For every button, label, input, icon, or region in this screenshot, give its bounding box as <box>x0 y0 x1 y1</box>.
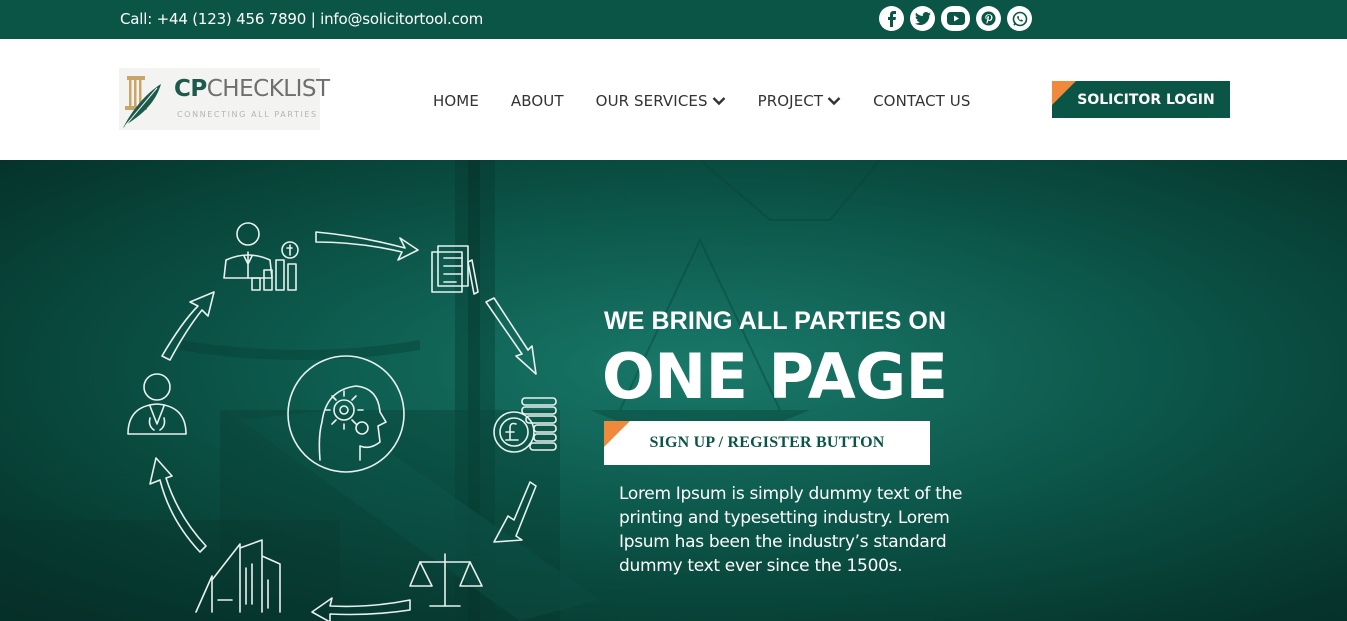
nav-our-services[interactable]: OUR SERVICES <box>596 92 726 110</box>
facebook-icon[interactable] <box>879 6 904 31</box>
hero-title: ONE PAGE <box>602 340 948 413</box>
workflow-cycle-illustration <box>127 222 557 621</box>
youtube-icon[interactable] <box>941 6 970 31</box>
pinterest-icon[interactable] <box>976 6 1001 31</box>
scales-of-justice-icon <box>409 553 483 607</box>
hero-subtitle: WE BRING ALL PARTIES ON <box>604 307 947 335</box>
buildings-icon <box>195 539 281 613</box>
documents-icon <box>431 245 479 295</box>
signup-register-label: SIGN UP / REGISTER BUTTON <box>649 434 885 451</box>
top-bar: Call: +44 (123) 456 7890 | info@solicito… <box>0 0 1347 39</box>
logo-text: CPCHECKLIST <box>174 76 330 102</box>
whatsapp-icon[interactable] <box>1007 6 1032 31</box>
logo-brand-rest: CHECKLIST <box>206 76 330 102</box>
hero-description: Lorem Ipsum is simply dummy text of the … <box>619 484 963 576</box>
chevron-down-icon <box>827 97 841 106</box>
pound-coins-icon <box>493 397 557 453</box>
logo-brand-bold: CP <box>174 76 207 102</box>
nav-contact-us[interactable]: CONTACT US <box>873 92 970 110</box>
lawyer-person-icon <box>127 373 187 435</box>
solicitor-login-label: SOLICITOR LOGIN <box>1077 91 1215 108</box>
corner-accent <box>1052 81 1076 105</box>
nav-about-label: ABOUT <box>510 92 564 110</box>
site-header: CPCHECKLIST CONNECTING ALL PARTIES HOME … <box>0 39 1347 160</box>
solicitor-login-button[interactable]: SOLICITOR LOGIN <box>1052 81 1230 118</box>
corner-accent <box>604 421 630 447</box>
site-logo[interactable]: CPCHECKLIST CONNECTING ALL PARTIES <box>119 68 330 130</box>
social-links <box>879 5 1032 31</box>
nav-services-label: OUR SERVICES <box>595 92 708 110</box>
nav-project[interactable]: PROJECT <box>758 92 842 110</box>
hero-section: WE BRING ALL PARTIES ON ONE PAGE SIGN UP… <box>0 160 1347 621</box>
nav-about[interactable]: ABOUT <box>511 92 564 110</box>
chevron-down-icon <box>712 97 725 106</box>
signup-register-button[interactable]: SIGN UP / REGISTER BUTTON <box>604 421 930 465</box>
gear-head-icon <box>287 355 405 473</box>
main-nav: HOME ABOUT OUR SERVICES PROJECT CONTACT … <box>433 92 971 110</box>
businessman-chart-icon <box>223 222 299 291</box>
nav-project-label: PROJECT <box>757 92 824 110</box>
twitter-icon[interactable] <box>910 6 935 31</box>
quill-pillar-icon <box>123 76 161 128</box>
nav-home[interactable]: HOME <box>433 92 479 110</box>
nav-home-label: HOME <box>433 92 479 110</box>
contact-info: Call: +44 (123) 456 7890 | info@solicito… <box>120 10 484 28</box>
nav-contact-label: CONTACT US <box>873 92 971 110</box>
logo-tagline: CONNECTING ALL PARTIES <box>177 110 318 119</box>
